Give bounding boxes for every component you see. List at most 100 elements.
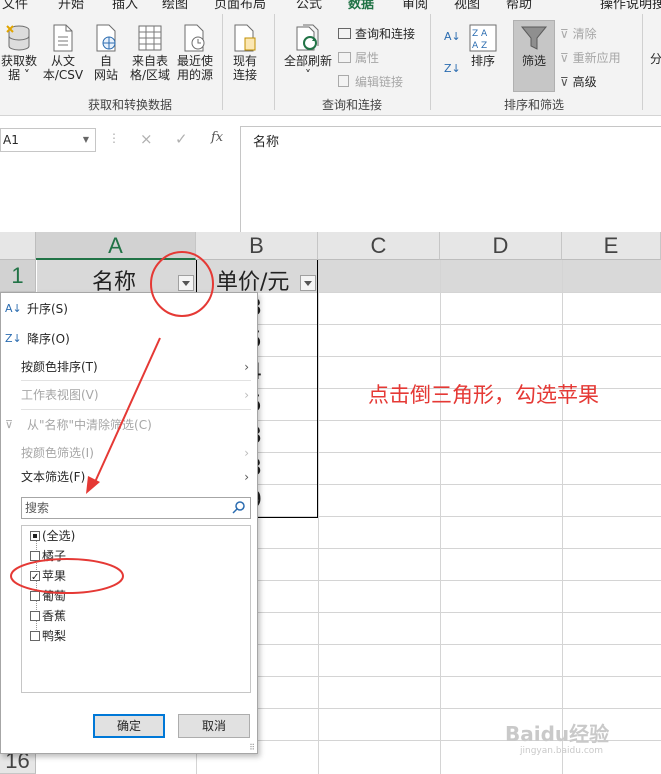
recent-sources-button[interactable]: 最近使 用的源 (174, 24, 216, 82)
checkbox-grape[interactable] (30, 591, 40, 601)
sort-label: 排序 (470, 54, 495, 68)
list-item-label: (全选) (42, 529, 76, 543)
tab-draw[interactable]: 绘图 (162, 0, 188, 10)
filter-dropdown-button-b[interactable] (300, 275, 316, 291)
list-item-pear[interactable]: 鸭梨 (30, 626, 66, 646)
name-box[interactable]: A1 ▼ (0, 128, 96, 152)
sort-by-color-item[interactable]: 按颜色排序(T) › (1, 353, 257, 381)
sort-descending-item[interactable]: Z↓ 降序(O) (1, 325, 257, 353)
resize-grip-icon[interactable]: ⠿ (249, 743, 255, 752)
column-header-a[interactable]: A (36, 232, 196, 260)
sheet-view-label: 工作表视图(V) (21, 388, 99, 402)
text-file-icon (53, 24, 73, 52)
tab-view[interactable]: 视图 (454, 0, 480, 10)
filter-dropdown-button-a[interactable] (178, 275, 194, 291)
from-csv-button[interactable]: 从文 本/CSV (42, 24, 84, 82)
queries-connections-label: 查询和连接 (355, 27, 416, 41)
sort-descending-small-button[interactable]: Z↓ (444, 62, 461, 75)
table-border (317, 260, 318, 518)
existing-connections-button[interactable]: 现有 连接 (226, 24, 264, 82)
tab-home[interactable]: 开始 (58, 0, 84, 10)
group-separator (642, 14, 643, 110)
tab-file[interactable]: 文件 (2, 0, 28, 10)
checkbox-orange[interactable] (30, 551, 40, 561)
sort-ascending-item[interactable]: A↓ 升序(S) (1, 295, 257, 323)
resize-handle-icon[interactable]: ⋮ (108, 131, 120, 145)
table-icon (138, 25, 162, 51)
group-separator (222, 14, 223, 110)
filter-button[interactable]: 筛选 (514, 24, 554, 68)
recent-sources-label: 最近使 用的源 (176, 54, 213, 82)
list-item-orange[interactable]: 橘子 (30, 546, 67, 566)
tab-data[interactable]: 数据 (348, 0, 374, 10)
reapply-button[interactable]: ⊽ 重新应用 (560, 49, 621, 66)
tab-review[interactable]: 审阅 (402, 0, 428, 10)
properties-button[interactable]: 属性 (338, 49, 379, 66)
sort-ascending-label: 升序(S) (27, 302, 68, 316)
group-label-sort-filter: 排序和筛选 (504, 98, 565, 112)
group-separator (430, 14, 431, 110)
sort-desc-icon: Z↓ (5, 332, 22, 345)
watermark-logo: Baidu经验 (505, 722, 610, 746)
clear-filter-icon: ⊽ (5, 418, 14, 431)
clear-filter-button[interactable]: ⊽ 清除 (560, 25, 597, 42)
sort-ascending-small-button[interactable]: A↓ (444, 30, 461, 43)
checkbox-pear[interactable] (30, 631, 40, 641)
filter-search-input[interactable]: 搜索 (21, 497, 251, 519)
tab-tell-me[interactable]: 操作说明搜 (600, 0, 661, 10)
text-to-columns-label: 分 (650, 52, 661, 66)
tab-insert[interactable]: 插入 (112, 0, 138, 10)
get-data-button[interactable]: 获取数 据 ˅ (0, 24, 38, 82)
refresh-all-button[interactable]: 全部刷新 ˅ (280, 24, 336, 82)
list-item-banana[interactable]: 香蕉 (30, 606, 66, 626)
formula-content: 名称 (253, 135, 280, 150)
list-item-grape[interactable]: 葡萄 (30, 586, 66, 606)
formula-input[interactable]: 名称 (240, 126, 661, 234)
list-item-apple[interactable]: 苹果 (30, 566, 66, 588)
chevron-right-icon: › (244, 470, 249, 484)
watermark-url: jingyan.baidu.com (520, 746, 604, 756)
insert-function-icon[interactable]: fx (211, 130, 223, 145)
tab-formulas[interactable]: 公式 (296, 0, 322, 10)
properties-icon (338, 52, 351, 63)
reapply-icon: ⊽ (560, 51, 569, 65)
advanced-filter-button[interactable]: ⊽ 高级 (560, 73, 597, 90)
row-header-1[interactable]: 1 (0, 260, 36, 292)
chevron-right-icon: › (244, 360, 249, 374)
sort-button[interactable]: Z A A Z 排序 (466, 24, 500, 68)
clear-filter-item[interactable]: ⊽ 从"名称"中清除筛选(C) (1, 411, 257, 439)
filter-value-list: (全选) 橘子 苹果 葡萄 香蕉 鸭梨 (21, 525, 251, 693)
sort-by-color-label: 按颜色排序(T) (21, 360, 98, 374)
select-all-corner[interactable] (0, 232, 36, 260)
queries-connections-button[interactable]: 查询和连接 (338, 25, 415, 42)
text-to-columns-button[interactable]: 分 (650, 50, 661, 67)
list-item-label: 橘子 (42, 549, 67, 563)
column-header-d[interactable]: D (440, 232, 562, 260)
column-header-c[interactable]: C (318, 232, 440, 260)
cancel-button[interactable]: 取消 (178, 714, 250, 738)
enter-icon[interactable]: ✓ (175, 130, 188, 148)
text-filter-item[interactable]: 文本筛选(F) › (1, 463, 257, 491)
sort-az-icon: Z A A Z (469, 24, 497, 52)
sheet-view-item[interactable]: 工作表视图(V) › (1, 381, 257, 409)
group-label-get-transform: 获取和转换数据 (88, 98, 173, 112)
edit-links-button[interactable]: 编辑链接 (338, 73, 403, 90)
search-icon (232, 501, 245, 514)
from-table-button[interactable]: 来自表 格/区域 (128, 24, 172, 82)
column-header-e[interactable]: E (562, 232, 661, 260)
list-item-select-all[interactable]: (全选) (30, 526, 76, 546)
funnel-icon (520, 26, 548, 50)
from-web-button[interactable]: 自 网站 (88, 24, 124, 82)
from-table-label: 来自表 格/区域 (129, 54, 171, 82)
tab-help[interactable]: 帮助 (506, 0, 532, 10)
clear-label: 清除 (572, 27, 597, 41)
filter-dropdown-menu: A↓ 升序(S) Z↓ 降序(O) 按颜色排序(T) › 工作表视图(V) › ⊽ 从"名… (0, 292, 258, 754)
checkbox-select-all[interactable] (30, 531, 40, 541)
ok-button[interactable]: 确定 (93, 714, 165, 738)
tab-page-layout[interactable]: 页面布局 (214, 0, 266, 10)
column-header-b[interactable]: B (196, 232, 318, 260)
chevron-down-icon[interactable]: ▼ (83, 129, 89, 151)
checkbox-banana[interactable] (30, 611, 40, 621)
checkbox-apple[interactable] (30, 568, 40, 588)
cancel-icon[interactable]: × (140, 130, 153, 148)
